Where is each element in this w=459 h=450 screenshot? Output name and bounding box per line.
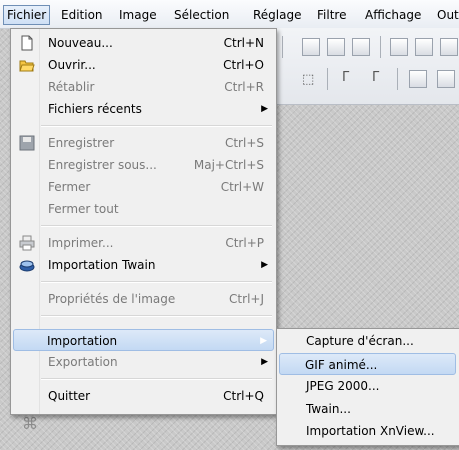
menu-item-importation-twain[interactable]: Importation Twain ▶ xyxy=(13,254,274,276)
menu-item-imprimer[interactable]: Imprimer... Ctrl+P xyxy=(13,232,274,254)
toolbar-separator xyxy=(282,36,283,58)
scanner-icon xyxy=(19,260,35,272)
menu-filtre[interactable]: Filtre xyxy=(314,6,349,24)
menu-item-enregistrer[interactable]: Enregistrer Ctrl+S xyxy=(13,132,274,154)
actual-size-icon[interactable] xyxy=(440,38,458,56)
menu-separator xyxy=(41,281,272,283)
file-menu: Nouveau... Ctrl+N Ouvrir... Ctrl+O Rétab… xyxy=(10,28,277,415)
submenu-arrow-icon: ▶ xyxy=(261,357,268,367)
menu-item-importation[interactable]: Importation ▶ xyxy=(13,329,274,351)
checker-icon[interactable] xyxy=(327,38,345,56)
submenu-item-twain[interactable]: Twain... xyxy=(279,398,456,420)
menu-item-retablir[interactable]: Rétablir Ctrl+R xyxy=(13,76,274,98)
importation-submenu: Capture d'écran... GIF animé... JPEG 200… xyxy=(276,328,459,446)
printer-icon xyxy=(19,235,35,251)
menu-item-proprietes-image[interactable]: Propriétés de l'image Ctrl+J xyxy=(13,288,274,310)
submenu-arrow-icon: ▶ xyxy=(260,336,267,346)
grid-icon[interactable] xyxy=(302,38,320,56)
menu-item-nouveau[interactable]: Nouveau... Ctrl+N xyxy=(13,32,274,54)
menu-separator xyxy=(41,315,272,317)
menu-outils[interactable]: Out xyxy=(434,6,459,24)
submenu-item-jpeg-2000[interactable]: JPEG 2000... xyxy=(279,375,456,397)
move-layer-icon[interactable]: ⬚ xyxy=(302,72,314,87)
menu-affichage[interactable]: Affichage xyxy=(362,6,424,24)
submenu-arrow-icon: ▶ xyxy=(261,260,268,270)
menu-item-enregistrer-sous[interactable]: Enregistrer sous... Maj+Ctrl+S xyxy=(13,154,274,176)
fit-icon[interactable] xyxy=(390,38,408,56)
menu-item-ouvrir[interactable]: Ouvrir... Ctrl+O xyxy=(13,54,274,76)
menu-selection[interactable]: Sélection xyxy=(171,6,232,24)
submenu-arrow-icon: ▶ xyxy=(261,104,268,114)
grid-lines-icon[interactable] xyxy=(437,70,455,88)
open-folder-icon xyxy=(19,60,35,72)
new-document-icon xyxy=(21,35,33,51)
menu-item-fermer[interactable]: Fermer Ctrl+W xyxy=(13,176,274,198)
menu-reglage[interactable]: Réglage xyxy=(250,6,305,24)
menu-separator xyxy=(41,225,272,227)
align-right-icon[interactable]: Γ xyxy=(372,70,379,85)
save-icon xyxy=(19,135,35,151)
menu-image[interactable]: Image xyxy=(116,6,160,24)
transparency-icon[interactable] xyxy=(352,38,370,56)
submenu-item-gif-anime[interactable]: GIF animé... xyxy=(279,353,456,375)
toolbar-separator xyxy=(397,68,398,90)
menu-separator xyxy=(41,125,272,127)
menu-separator xyxy=(41,378,272,380)
toolbar: ⬚ Γ Γ xyxy=(262,28,459,105)
menu-item-exportation[interactable]: Exportation ▶ xyxy=(13,351,274,373)
align-left-icon[interactable]: Γ xyxy=(342,70,349,85)
menu-item-fermer-tout[interactable]: Fermer tout xyxy=(13,198,274,220)
menu-bar: Fichier Edition Image Sélection Réglage … xyxy=(0,0,459,29)
grid-toggle-icon[interactable] xyxy=(409,70,427,88)
submenu-item-capture-ecran[interactable]: Capture d'écran... xyxy=(279,330,456,352)
submenu-item-importation-xnview[interactable]: Importation XnView... xyxy=(279,420,456,442)
menu-fichier[interactable]: Fichier xyxy=(3,5,51,25)
menu-item-fichiers-recents[interactable]: Fichiers récents ▶ xyxy=(13,98,274,120)
menu-edition[interactable]: Edition xyxy=(58,6,106,24)
tool-icon[interactable]: ⌘ xyxy=(22,414,38,433)
toolbar-separator xyxy=(327,68,328,90)
zoom-icon[interactable] xyxy=(415,38,433,56)
toolbar-separator xyxy=(380,36,381,58)
menu-item-quitter[interactable]: Quitter Ctrl+Q xyxy=(13,385,274,407)
